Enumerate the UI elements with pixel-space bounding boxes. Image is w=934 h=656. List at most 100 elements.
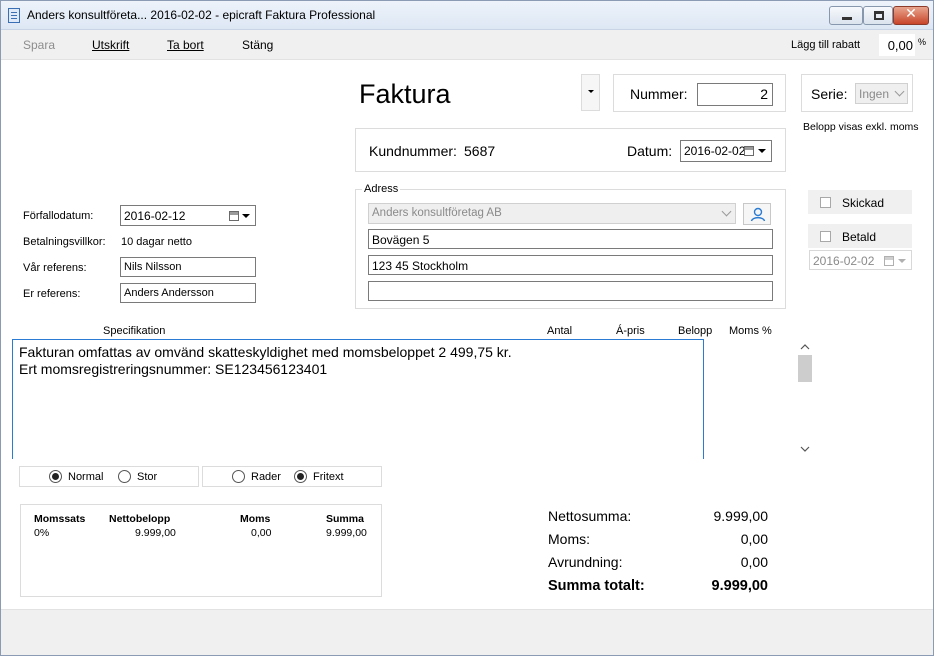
person-icon xyxy=(750,207,766,222)
rows-radio[interactable] xyxy=(232,470,245,483)
customer-number-label: Kundnummer: xyxy=(369,143,457,159)
normal-label: Normal xyxy=(68,471,104,483)
customer-number-value: 5687 xyxy=(464,143,496,159)
maximize-icon xyxy=(874,11,884,20)
spec-header-amount: Belopp xyxy=(678,325,713,337)
chevron-down-icon[interactable] xyxy=(242,214,250,218)
grand-total-value: 9.999,00 xyxy=(711,578,768,594)
sent-label: Skickad xyxy=(842,196,885,210)
paid-checkbox[interactable] xyxy=(820,231,831,242)
discount-input[interactable]: 0,00 xyxy=(879,34,915,56)
paid-date-picker[interactable]: 2016-02-02 xyxy=(809,250,912,270)
sent-checkbox[interactable] xyxy=(820,197,831,208)
vat-table-cell: 0% xyxy=(34,527,50,539)
rows-label: Rader xyxy=(251,471,281,483)
your-reference-input[interactable]: Anders Andersson xyxy=(120,283,256,303)
page-title: Faktura xyxy=(359,79,451,109)
free-text-area[interactable]: Fakturan omfattas av omvänd skatteskyldi… xyxy=(12,339,704,459)
select-customer-button[interactable] xyxy=(743,203,771,225)
vat-total-label: Moms: xyxy=(548,531,590,547)
delete-button[interactable]: Ta bort xyxy=(167,38,204,52)
mode-option-group: Rader Fritext xyxy=(202,466,382,487)
due-date-label: Förfallodatum: xyxy=(23,210,94,222)
vat-table-header: Momssats xyxy=(34,513,86,525)
due-date-value: 2016-02-12 xyxy=(124,209,186,223)
number-group: Nummer: 2 xyxy=(613,74,786,112)
spec-header-unit-price: Á-pris xyxy=(616,325,645,337)
size-option-group: Normal Stor xyxy=(19,466,199,487)
minimize-button[interactable] xyxy=(829,6,863,25)
rounding-value: 0,00 xyxy=(740,554,768,570)
vat-table-header: Moms xyxy=(240,513,271,525)
vat-summary-table: Momssats Nettobelopp Moms Summa 0% 9.999… xyxy=(20,504,382,597)
spec-header-quantity: Antal xyxy=(547,325,573,337)
vat-total-value: 0,00 xyxy=(740,531,768,547)
payment-terms-label: Betalningsvillkor: xyxy=(23,236,106,248)
address-legend: Adress xyxy=(362,183,401,195)
payment-terms-value[interactable]: 10 dagar netto xyxy=(121,236,192,248)
sent-toggle[interactable]: Skickad xyxy=(808,190,912,214)
invoice-date-value: 2016-02-02 xyxy=(684,144,746,158)
grand-total-label: Summa totalt: xyxy=(548,578,645,594)
chevron-down-icon xyxy=(588,90,594,93)
vat-table-cell: 9.999,00 xyxy=(326,527,367,539)
customer-date-group: Kundnummer: 5687 Datum: 2016-02-02 xyxy=(355,128,786,172)
rounding-label: Avrundning: xyxy=(548,554,623,570)
invoice-window: Anders konsultföreta... 2016-02-02 - epi… xyxy=(0,0,934,656)
maximize-button[interactable] xyxy=(863,6,893,25)
print-button[interactable]: Utskrift xyxy=(92,38,129,52)
invoice-number-input[interactable]: 2 xyxy=(697,83,773,106)
paid-label: Betald xyxy=(842,230,877,244)
chevron-down-icon[interactable] xyxy=(758,149,766,153)
paid-date-value: 2016-02-02 xyxy=(813,254,875,268)
series-value: Ingen xyxy=(859,87,890,101)
chevron-down-icon xyxy=(721,206,732,217)
your-reference-label: Er referens: xyxy=(23,288,81,300)
title-bar: Anders konsultföreta... 2016-02-02 - epi… xyxy=(1,1,933,30)
document-type-dropdown[interactable] xyxy=(581,74,600,111)
due-date-picker[interactable]: 2016-02-12 xyxy=(120,205,256,226)
our-reference-input[interactable]: Nils Nilsson xyxy=(120,257,256,277)
address-line-3-input[interactable] xyxy=(368,281,773,301)
vat-table-header: Summa xyxy=(326,513,364,525)
net-total-label: Nettosumma: xyxy=(548,508,632,524)
net-total-value: 9.999,00 xyxy=(713,508,769,524)
scrollbar-thumb[interactable] xyxy=(798,355,812,382)
add-discount-label: Lägg till rabatt xyxy=(791,39,861,51)
save-button[interactable]: Spara xyxy=(23,38,55,52)
discount-percent-unit: % xyxy=(918,37,927,47)
close-button[interactable]: Stäng xyxy=(242,38,273,52)
free-text-label: Fritext xyxy=(313,471,344,483)
customer-name-value: Anders konsultföretag AB xyxy=(372,207,502,219)
paid-toggle[interactable]: Betald xyxy=(808,224,912,248)
scroll-down-icon[interactable] xyxy=(799,444,811,454)
chevron-down-icon xyxy=(894,86,905,97)
close-window-button[interactable]: ✕ xyxy=(893,6,929,25)
vat-table-cell: 9.999,00 xyxy=(135,527,176,539)
normal-radio[interactable] xyxy=(49,470,62,483)
status-bar xyxy=(1,609,933,655)
series-label: Serie: xyxy=(811,86,848,102)
chevron-down-icon xyxy=(898,259,906,263)
spec-header-vat: Moms % xyxy=(729,325,772,337)
customer-select[interactable]: Anders konsultföretag AB xyxy=(368,203,736,224)
calendar-icon[interactable] xyxy=(744,146,754,156)
address-line-2-input[interactable]: 123 45 Stockholm xyxy=(368,255,773,275)
free-text-radio[interactable] xyxy=(294,470,307,483)
number-label: Nummer: xyxy=(630,86,688,102)
vat-table-header: Nettobelopp xyxy=(109,513,171,525)
address-line-1-input[interactable]: Bovägen 5 xyxy=(368,229,773,249)
vat-table-cell: 0,00 xyxy=(251,527,272,539)
large-label: Stor xyxy=(137,471,158,483)
amount-excl-vat-note: Belopp visas exkl. moms xyxy=(803,121,919,133)
calendar-icon[interactable] xyxy=(229,211,239,221)
close-icon: ✕ xyxy=(905,6,917,22)
scroll-up-icon[interactable] xyxy=(799,342,811,352)
large-radio[interactable] xyxy=(118,470,131,483)
spec-header-specification: Specifikation xyxy=(103,325,166,337)
free-text-line: Ert momsregistreringsnummer: SE123456123… xyxy=(19,361,328,377)
invoice-date-picker[interactable]: 2016-02-02 xyxy=(680,140,772,162)
date-label: Datum: xyxy=(627,143,673,159)
series-select[interactable]: Ingen xyxy=(855,83,908,104)
window-title: Anders konsultföreta... 2016-02-02 - epi… xyxy=(27,8,376,22)
